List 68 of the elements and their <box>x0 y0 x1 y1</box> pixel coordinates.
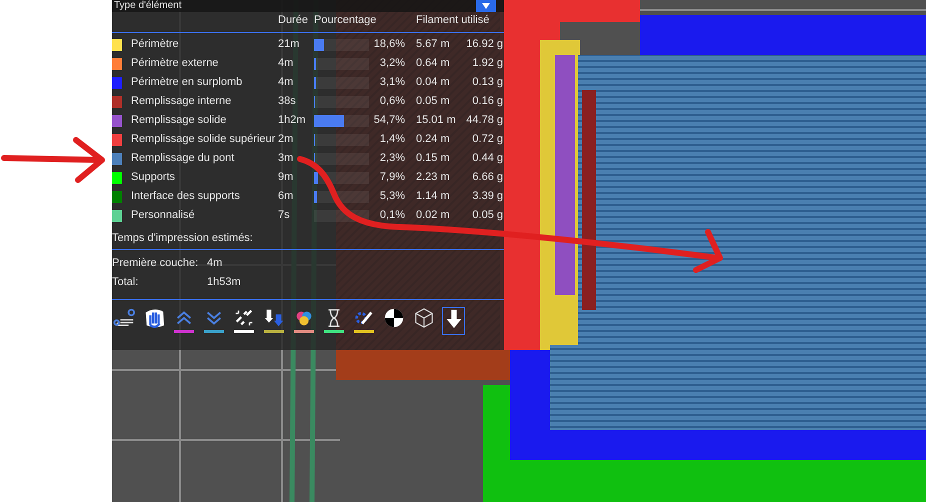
legend-label: Remplissage solide <box>130 114 228 127</box>
legend-label: Interface des supports <box>130 190 241 203</box>
legend-label: Remplissage du pont <box>130 152 236 165</box>
dropdown-label: Type d'élément <box>114 0 182 12</box>
route-icon <box>112 307 134 329</box>
estimate-value: 4m <box>207 257 224 270</box>
duration-text: 4m <box>278 76 294 89</box>
percentage-text: 0,1% <box>378 209 405 222</box>
length-text: 0.04 m <box>415 76 451 89</box>
percentage-text: 1,4% <box>378 133 405 146</box>
duration-text: 3m <box>278 152 294 165</box>
estimate-value: 1h53m <box>207 276 242 289</box>
weight-text: 0.16 g <box>471 95 503 108</box>
duration-text: 2m <box>278 133 294 146</box>
percentage-text: 54,7% <box>372 114 405 127</box>
duration-text: 1h2m <box>278 114 307 127</box>
legend-label: Supports <box>130 171 176 184</box>
length-text: 0.64 m <box>415 57 451 70</box>
cube-icon <box>412 307 434 329</box>
legend-label: Remplissage solide supérieur <box>130 133 276 146</box>
length-text: 0.15 m <box>415 152 451 165</box>
column-header: Pourcentage <box>314 14 378 27</box>
weight-text: 0.44 g <box>471 152 503 165</box>
duration-text: 4m <box>278 57 294 70</box>
duration-text: 7s <box>278 209 291 222</box>
weight-text: 16.92 g <box>465 38 503 51</box>
estimate-label: Première couche: <box>112 257 200 270</box>
percentage-text: 2,3% <box>378 152 405 165</box>
estimate-label: Total: <box>112 276 140 289</box>
toolbar-button[interactable] <box>322 307 345 335</box>
percentage-text: 5,3% <box>378 190 405 203</box>
duration-text: 21m <box>278 38 300 51</box>
length-text: 1.14 m <box>415 190 451 203</box>
weight-text: 44.78 g <box>465 114 503 127</box>
weight-text: 3.39 g <box>471 190 503 203</box>
weight-text: 0.72 g <box>471 133 503 146</box>
weight-text: 0.05 g <box>471 209 503 222</box>
weight-text: 6.66 g <box>471 171 503 184</box>
percentage-text: 18,6% <box>372 38 405 51</box>
dropdown-button[interactable] <box>476 0 496 12</box>
legend-label: Personnalisé <box>130 209 196 222</box>
toolbar-button[interactable] <box>442 307 465 335</box>
length-text: 0.05 m <box>415 95 451 108</box>
toolbar-button[interactable] <box>262 307 285 335</box>
legend-label: Remplissage interne <box>130 95 232 108</box>
percentage-text: 3,2% <box>378 57 405 70</box>
weight-text: 1.92 g <box>471 57 503 70</box>
tool-change-icon <box>262 307 284 329</box>
length-text: 0.24 m <box>415 133 451 146</box>
weight-text: 0.13 g <box>471 76 503 89</box>
duration-text: 38s <box>278 95 297 108</box>
length-text: 2.23 m <box>415 171 451 184</box>
legend-label: Périmètre <box>130 38 180 51</box>
column-header: Durée <box>278 14 309 27</box>
toolbar-button[interactable] <box>232 307 255 335</box>
caret-icon <box>482 3 490 9</box>
column-header: Filament utilisé <box>415 14 490 27</box>
duration-text: 6m <box>278 190 294 203</box>
legend-label: Périmètre externe <box>130 57 220 70</box>
length-text: 5.67 m <box>415 38 451 51</box>
section-title: Temps d'impression estimés: <box>112 231 254 245</box>
duration-text: 9m <box>278 171 294 184</box>
legend-label: Périmètre en surplomb <box>130 76 244 89</box>
percentage-text: 3,1% <box>378 76 405 89</box>
length-text: 15.01 m <box>415 114 457 127</box>
percentage-text: 7,9% <box>378 171 405 184</box>
percentage-text: 0,6% <box>378 95 405 108</box>
length-text: 0.02 m <box>415 209 451 222</box>
